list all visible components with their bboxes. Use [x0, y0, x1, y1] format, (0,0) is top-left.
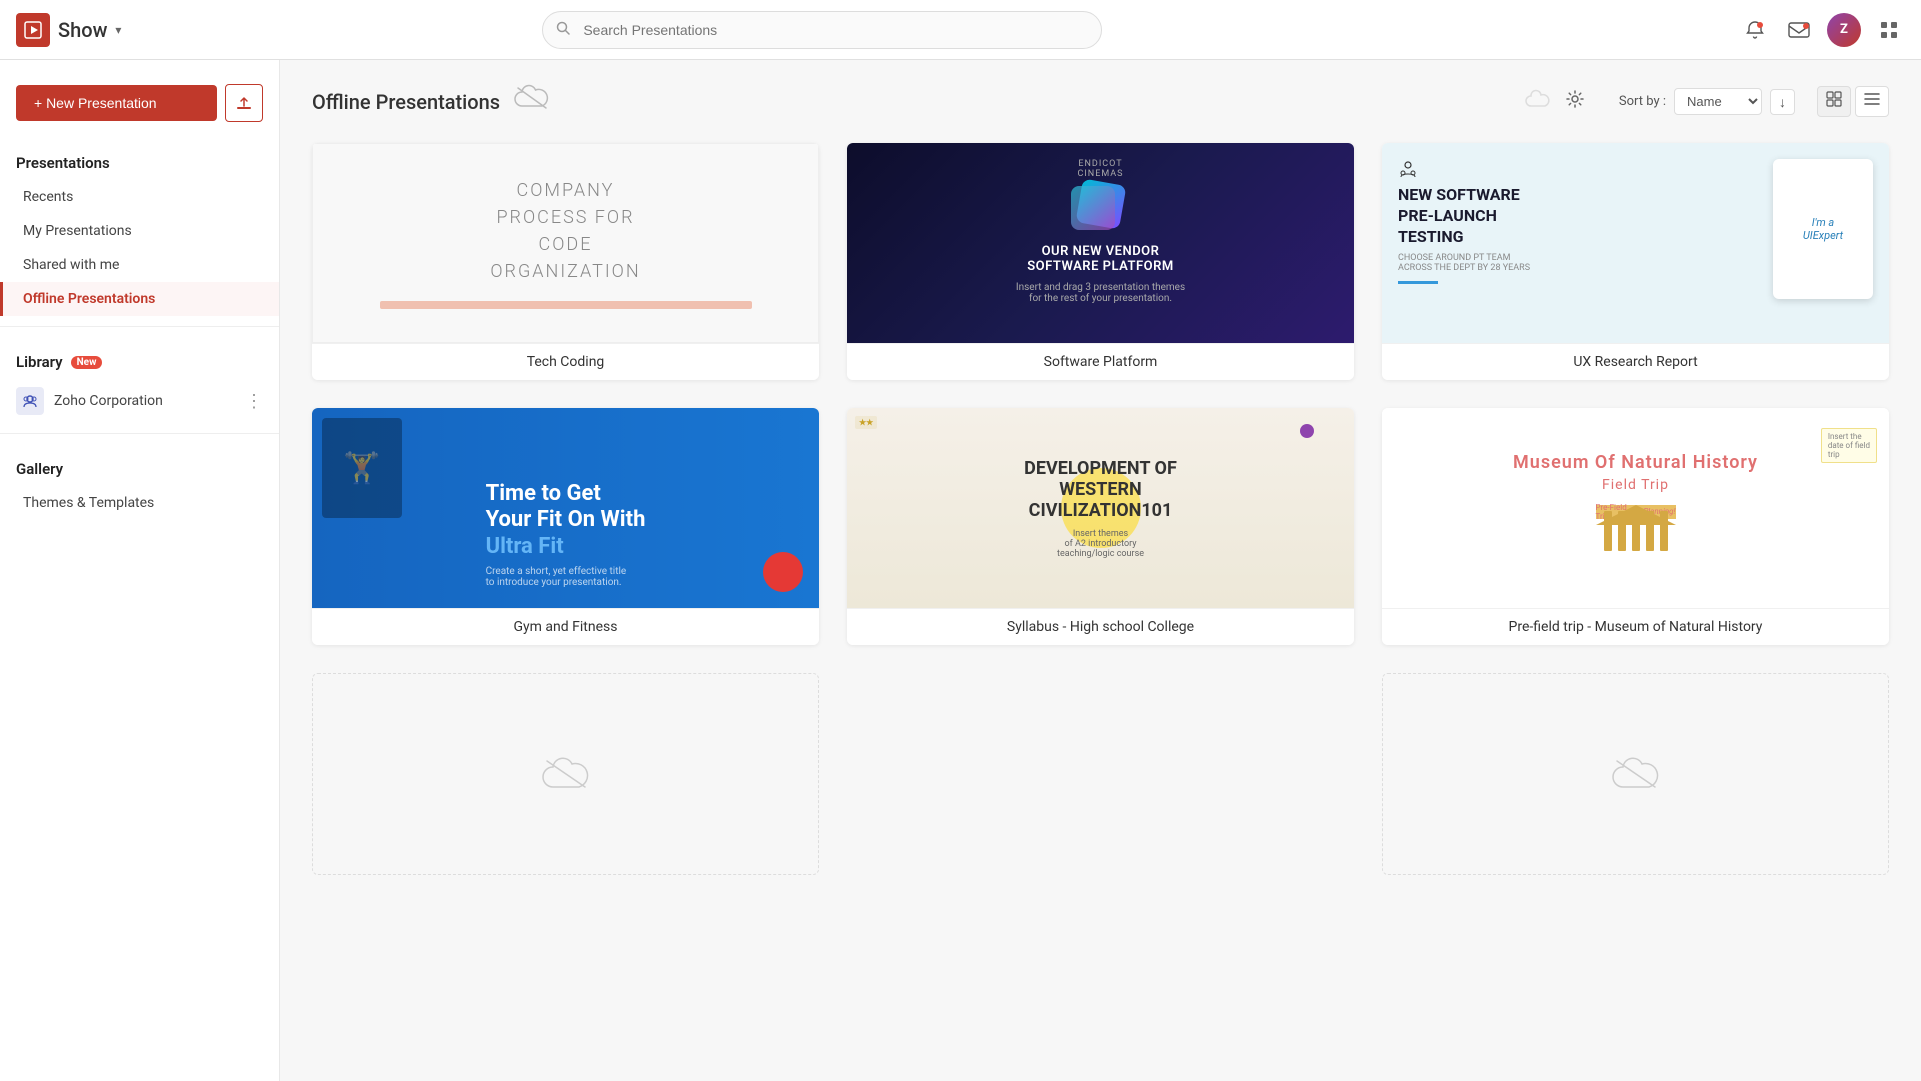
upload-button[interactable]: [225, 84, 263, 122]
content-title: Offline Presentations: [312, 90, 500, 114]
label-tech-coding: Tech Coding: [312, 343, 819, 380]
sort-select[interactable]: Name Date Modified: [1674, 88, 1762, 115]
sidebar-item-my-presentations[interactable]: My Presentations: [0, 214, 279, 248]
search-icon: [556, 21, 570, 39]
placeholder-card-1: [312, 673, 819, 875]
sort-order-button[interactable]: ↓: [1770, 89, 1795, 115]
new-presentation-button[interactable]: + New Presentation: [16, 85, 217, 121]
software-platform-icon: [1071, 182, 1131, 232]
presentation-card-ux-research[interactable]: NEW SOFTWAREPRE-LAUNCHTESTING CHOOSE ARO…: [1382, 143, 1889, 380]
presentation-card-software-platform[interactable]: ENDICOTCINEMAS OUR NEW VENDORSOFTWARE PL…: [847, 143, 1354, 380]
sort-label: Sort by :: [1619, 94, 1666, 109]
new-presentation-area: + New Presentation: [0, 76, 279, 138]
search-bar: [542, 11, 1102, 49]
content-title-area: Offline Presentations: [312, 84, 550, 119]
presentations-section-title: Presentations: [0, 138, 279, 180]
cloud-icons-right: Sort by : Name Date Modified ↓: [1525, 86, 1889, 117]
presentation-card-tech-coding[interactable]: COMPANYPROCESS FORCODEORGANIZATION Tech …: [312, 143, 819, 380]
placeholder-thumb-1: [313, 674, 818, 874]
avatar[interactable]: Z: [1827, 13, 1861, 47]
placeholder-card-2: [1382, 673, 1889, 875]
library-header: Library New: [0, 337, 279, 379]
library-title: Library: [16, 353, 63, 371]
grid-view-button[interactable]: [1817, 86, 1851, 117]
sidebar: + New Presentation Presentations Recents…: [0, 60, 280, 1081]
zoho-corp-label: Zoho Corporation: [54, 393, 235, 409]
notifications-button[interactable]: [1739, 14, 1771, 46]
zoho-corp-icon: [16, 387, 44, 415]
label-software-platform: Software Platform: [847, 343, 1354, 380]
sidebar-divider-2: [0, 433, 279, 434]
thumb-software-platform: ENDICOTCINEMAS OUR NEW VENDORSOFTWARE PL…: [847, 143, 1354, 343]
list-view-button[interactable]: [1855, 86, 1889, 117]
gallery-section-title: Gallery: [0, 444, 279, 486]
thumb-tech-coding: COMPANYPROCESS FORCODEORGANIZATION: [312, 143, 819, 343]
top-navigation: Show ▾ Z: [0, 0, 1921, 60]
mail-button[interactable]: [1783, 14, 1815, 46]
app-logo-icon: [16, 13, 50, 47]
placeholder-empty-1: [847, 673, 1354, 873]
library-item-more-button[interactable]: ⋮: [245, 391, 263, 412]
thumb-syllabus: ★★ DEVELOPMENT OFWESTERNCIVILIZATION101 …: [847, 408, 1354, 608]
logo-area: Show ▾: [16, 13, 216, 47]
sidebar-item-recents[interactable]: Recents: [0, 180, 279, 214]
settings-button[interactable]: [1565, 89, 1585, 114]
cloud-icon-2: [1525, 89, 1551, 115]
label-museum: Pre-field trip - Museum of Natural Histo…: [1382, 608, 1889, 645]
library-new-badge: New: [71, 356, 103, 369]
topnav-right: Z: [1739, 13, 1905, 47]
sidebar-item-offline-presentations[interactable]: Offline Presentations: [0, 282, 279, 316]
presentations-grid: COMPANYPROCESS FORCODEORGANIZATION Tech …: [312, 143, 1889, 645]
label-gym-fitness: Gym and Fitness: [312, 608, 819, 645]
apps-grid-button[interactable]: [1873, 14, 1905, 46]
presentation-card-gym-fitness[interactable]: 🏋 Time to GetYour Fit On WithUltra Fit C…: [312, 408, 819, 645]
presentation-card-museum[interactable]: Museum Of Natural History Field Trip: [1382, 408, 1889, 645]
sort-area: Sort by : Name Date Modified ↓: [1619, 88, 1795, 115]
sidebar-divider-1: [0, 326, 279, 327]
content-header: Offline Presentations: [312, 84, 1889, 119]
app-name: Show: [58, 18, 107, 42]
main-layout: + New Presentation Presentations Recents…: [0, 60, 1921, 1081]
search-input[interactable]: [542, 11, 1102, 49]
thumb-gym-fitness: 🏋 Time to GetYour Fit On WithUltra Fit C…: [312, 408, 819, 608]
label-ux-research: UX Research Report: [1382, 343, 1889, 380]
thumb-museum: Museum Of Natural History Field Trip: [1382, 408, 1889, 608]
presentation-card-syllabus[interactable]: ★★ DEVELOPMENT OFWESTERNCIVILIZATION101 …: [847, 408, 1354, 645]
library-item-zoho[interactable]: Zoho Corporation ⋮: [0, 379, 279, 423]
offline-cloud-icon: [514, 84, 550, 119]
label-syllabus: Syllabus - High school College: [847, 608, 1354, 645]
placeholder-thumb-2: [1383, 674, 1888, 874]
content-area: Offline Presentations: [280, 60, 1921, 1081]
thumb-ux-research: NEW SOFTWAREPRE-LAUNCHTESTING CHOOSE ARO…: [1382, 143, 1889, 343]
view-toggle: [1817, 86, 1889, 117]
app-dropdown-icon[interactable]: ▾: [115, 23, 121, 37]
sidebar-item-themes-templates[interactable]: Themes & Templates: [0, 486, 279, 520]
sidebar-item-shared-with-me[interactable]: Shared with me: [0, 248, 279, 282]
